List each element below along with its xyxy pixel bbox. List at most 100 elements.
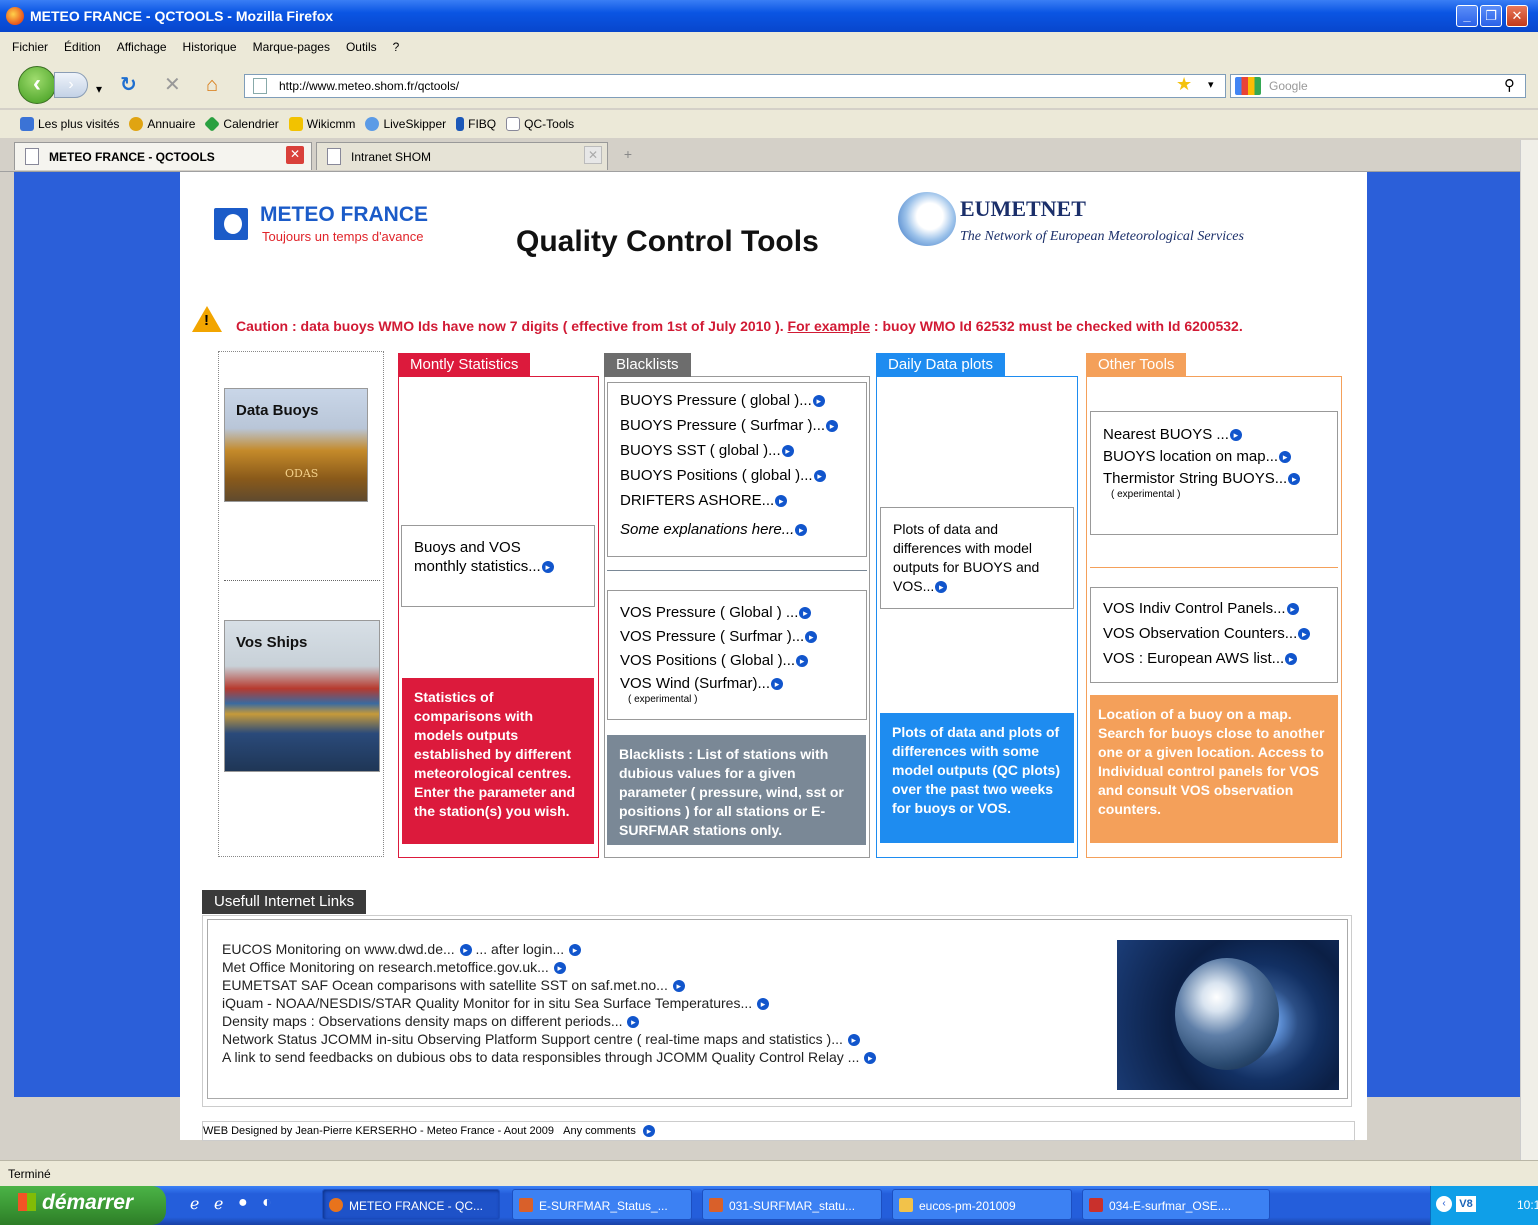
page-icon [253,78,267,94]
tab-useful-links[interactable]: Usefull Internet Links [202,890,367,914]
list-item[interactable]: BUOYS SST ( global )... ▸ [620,438,854,463]
task-031-surfmar[interactable]: 031-SURFMAR_statu... [702,1189,882,1220]
arrow-icon[interactable]: ▸ [642,1125,655,1138]
bookmark-wikicmm[interactable]: Wikicmm [288,117,355,131]
arrow-icon: ▸ [813,470,826,483]
data-buoys-label[interactable]: Data Buoys [236,402,319,419]
bookmarks-toolbar: Les plus visités Annuaire Calendrier Wik… [0,110,1538,138]
home-icon[interactable]: ⌂ [206,74,218,96]
list-item[interactable]: VOS Indiv Control Panels... ▸ [1103,596,1325,621]
firefox-quicklaunch-icon[interactable]: ● [238,1194,248,1212]
tab-monthly-statistics[interactable]: Montly Statistics [398,353,531,377]
link-density-maps[interactable]: Density maps : Observations density maps… [222,1012,876,1030]
list-item[interactable]: DRIFTERS ASHORE... ▸ [620,488,854,513]
stop-icon[interactable]: ✕ [164,74,181,96]
arrow-icon[interactable]: ▸ [541,561,554,574]
bookmark-fibq[interactable]: FIBQ [456,117,496,131]
task-meteo-france[interactable]: METEO FRANCE - QC... [322,1189,500,1220]
list-item[interactable]: BUOYS location on map... ▸ [1103,446,1325,468]
status-text: Terminé [8,1167,51,1181]
menu-marque-pages[interactable]: Marque-pages [253,40,330,54]
comments-link[interactable]: Any comments [563,1125,636,1137]
list-item[interactable]: BUOYS Pressure ( global )... ▸ [620,388,854,413]
close-tab-icon[interactable]: ✕ [584,146,602,164]
list-item[interactable]: BUOYS Pressure ( Surfmar )... ▸ [620,413,854,438]
link-eucos[interactable]: EUCOS Monitoring on www.dwd.de... ▸ ... … [222,940,876,958]
new-tab-button[interactable]: + [614,146,642,166]
tab-intranet-shom[interactable]: Intranet SHOM [316,142,608,170]
bookmark-annuaire[interactable]: Annuaire [129,117,195,131]
close-tab-icon[interactable]: ✕ [286,146,304,164]
tab-blacklists[interactable]: Blacklists [604,353,691,377]
footer: WEB Designed by Jean-Pierre KERSERHO - M… [202,1121,1355,1141]
link-feedback[interactable]: A link to send feedbacks on dubious obs … [222,1048,877,1066]
earth-image [1117,940,1339,1090]
tray-badge[interactable]: V8 [1456,1196,1476,1212]
arrow-icon: ▸ [799,607,812,620]
windows-flag-icon [18,1193,36,1211]
quicklaunch-icon[interactable]: ◐ [262,1194,272,1212]
bookmark-calendrier[interactable]: Calendrier [204,116,279,132]
vos-ships-label[interactable]: Vos Ships [236,634,307,651]
bookmark-most-visited[interactable]: Les plus visités [20,117,119,131]
list-item[interactable]: VOS Wind (Surfmar)... ▸ [620,673,854,695]
monthly-stats-link[interactable]: Buoys and VOS monthly statistics... ▸ [401,525,595,607]
close-window-button[interactable]: ✕ [1506,5,1528,27]
experimental-note: ( experimental ) [1111,489,1181,500]
tab-daily-data-plots[interactable]: Daily Data plots [876,353,1006,377]
history-dropdown-icon[interactable]: ▾ [96,78,102,100]
search-icon[interactable]: ⚲ [1504,76,1515,94]
list-item[interactable]: Nearest BUOYS ... ▸ [1103,424,1325,446]
meteo-france-tagline: Toujours un temps d'avance [262,229,424,244]
link-eumetsat[interactable]: EUMETSAT SAF Ocean comparisons with sate… [222,976,876,994]
back-button[interactable]: ‹ [18,66,56,104]
bookmark-liveskipper[interactable]: LiveSkipper [365,117,446,131]
start-button[interactable]: démarrer [0,1186,166,1225]
url-dropdown-icon[interactable]: ▾ [1208,78,1214,91]
minimize-button[interactable]: _ [1456,5,1478,27]
menu-historique[interactable]: Historique [183,40,237,54]
menu-edition[interactable]: Édition [64,40,101,54]
menu-outils[interactable]: Outils [346,40,377,54]
menu-fichier[interactable]: Fichier [12,40,48,54]
daily-plots-link[interactable]: Plots of data and differences with model… [880,507,1074,609]
search-input[interactable]: Google [1230,74,1526,98]
ie-icon[interactable]: ℯ [190,1194,199,1214]
menu-affichage[interactable]: Affichage [117,40,167,54]
bookmark-qc-tools[interactable]: QC-Tools [506,117,574,131]
explanations-link[interactable]: Some explanations here... ▸ [620,517,854,542]
arrow-icon: ▸ [795,524,808,537]
link-metoffice[interactable]: Met Office Monitoring on research.metoff… [222,958,876,976]
maximize-button[interactable]: ❐ [1480,5,1502,27]
list-item[interactable]: Thermistor String BUOYS... ▸ [1103,468,1325,490]
bookmark-star-icon[interactable]: ★ [1176,74,1192,95]
tab-other-tools[interactable]: Other Tools [1086,353,1187,377]
reload-icon[interactable]: ↻ [120,74,137,96]
page-icon [25,148,39,165]
task-esurfmar-status[interactable]: E-SURFMAR_Status_... [512,1189,692,1220]
task-034-esurfmar[interactable]: 034-E-surfmar_OSE.... [1082,1189,1270,1220]
arrow-icon: ▸ [1298,628,1311,641]
ie-alt-icon[interactable]: ℯ [214,1194,223,1214]
task-eucos-pm[interactable]: eucos-pm-201009 [892,1189,1072,1220]
menu-help[interactable]: ? [393,40,400,54]
meteo-france-name: METEO FRANCE [260,203,428,226]
list-item[interactable]: VOS Positions ( Global )... ▸ [620,649,854,673]
google-icon[interactable] [1235,77,1261,95]
scrollbar[interactable] [1520,140,1538,1160]
list-item[interactable]: VOS Pressure ( Global ) ... ▸ [620,601,854,625]
list-item[interactable]: VOS : European AWS list... ▸ [1103,646,1325,671]
list-item[interactable]: VOS Observation Counters... ▸ [1103,621,1325,646]
list-item[interactable]: VOS Pressure ( Surfmar )... ▸ [620,625,854,649]
tab-meteo-france[interactable]: METEO FRANCE - QCTOOLS [14,142,312,170]
arrow-icon: ▸ [672,980,685,993]
arrow-icon: ▸ [757,998,770,1011]
link-iquam[interactable]: iQuam - NOAA/NESDIS/STAR Quality Monitor… [222,994,876,1012]
tray-expand-icon[interactable]: ‹ [1436,1196,1452,1212]
link-network-status[interactable]: Network Status JCOMM in-situ Observing P… [222,1030,876,1048]
eumetnet-tagline: The Network of European Meteorological S… [960,229,1244,244]
list-item[interactable]: BUOYS Positions ( global )... ▸ [620,463,854,488]
url-bar[interactable]: http://www.meteo.shom.fr/qctools/ [244,74,1226,98]
example-link[interactable]: For example [788,318,870,334]
forward-button[interactable]: › [54,72,88,98]
